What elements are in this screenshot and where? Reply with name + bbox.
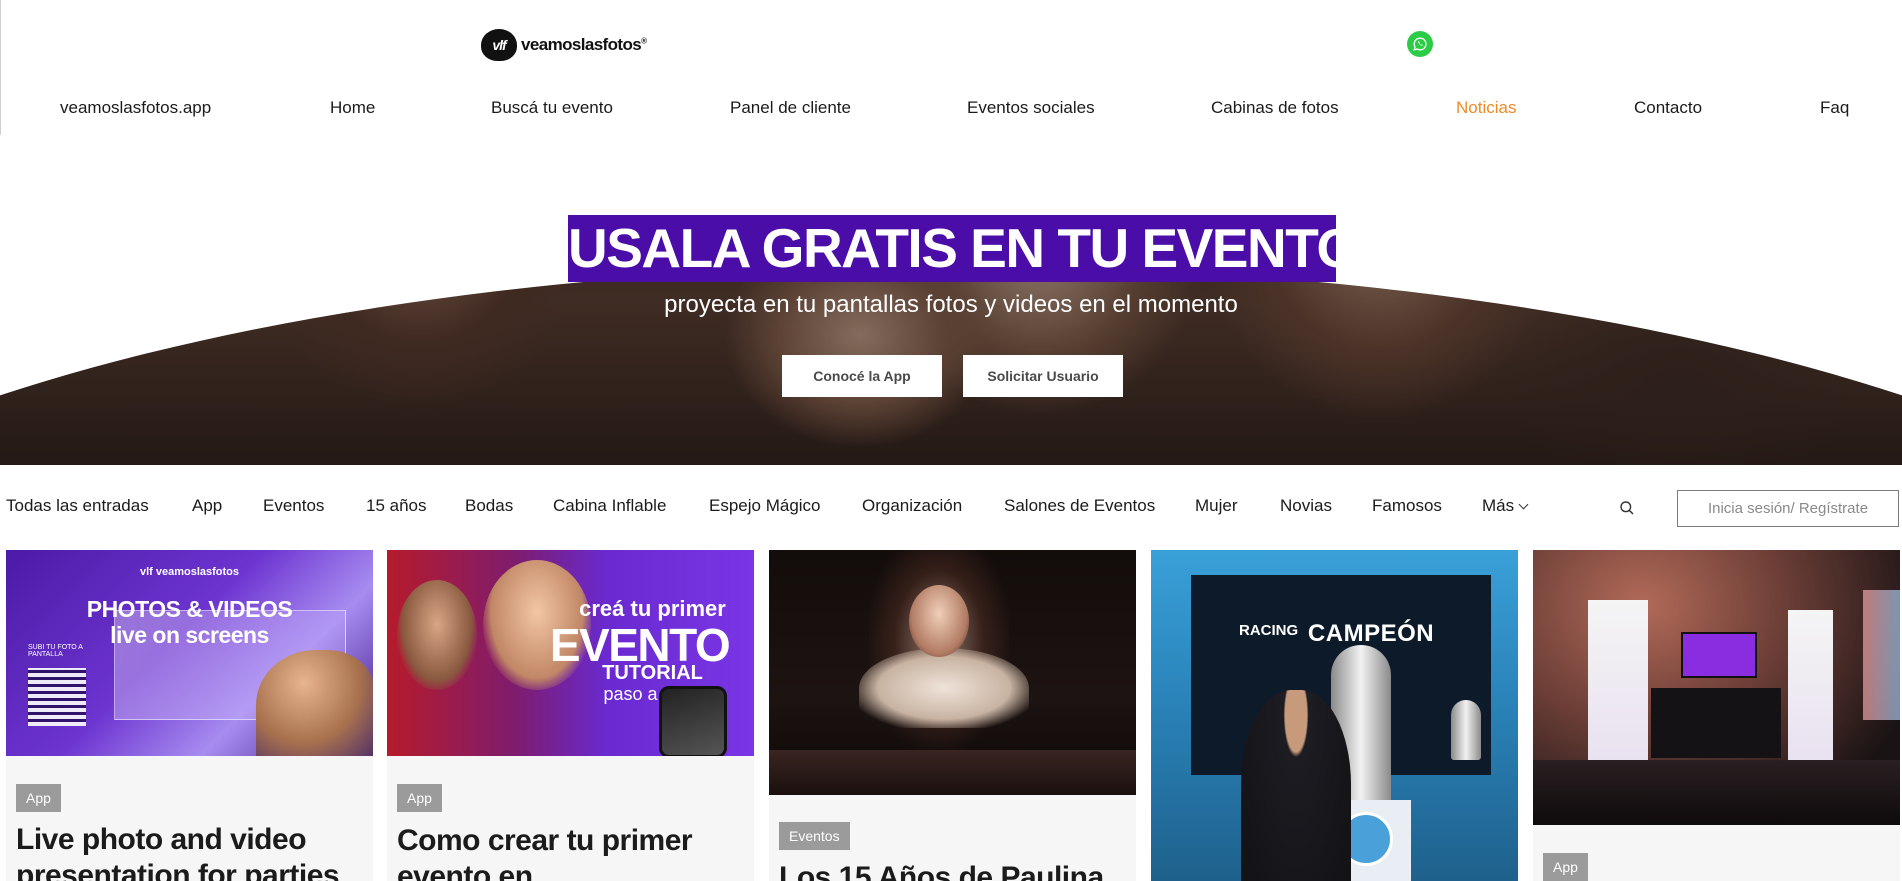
post-category-tag[interactable]: Eventos — [779, 822, 850, 850]
category-todas-las-entradas[interactable]: Todas las entradas — [6, 496, 149, 516]
nav-eventos-sociales[interactable]: Eventos sociales — [967, 98, 1095, 118]
logo-mark: vlf — [481, 29, 517, 61]
image-person — [397, 580, 477, 690]
nav-noticias[interactable]: Noticias — [1456, 98, 1516, 118]
category-salones-de-eventos[interactable]: Salones de Eventos — [1004, 496, 1155, 516]
chevron-down-icon — [1518, 499, 1529, 510]
logo-registered-mark: ® — [641, 36, 647, 46]
post-category-tag[interactable]: App — [397, 784, 442, 812]
hero-subtitle: proyecta en tu pantallas fotos y videos … — [664, 291, 1238, 318]
hero-title: USALA GRATIS EN TU EVENTO — [568, 215, 1359, 282]
post-card[interactable]: vlf veamoslasfotos PHOTOS & VIDEOS live … — [6, 550, 373, 881]
logo-wordmark: veamoslasfotos® — [521, 35, 647, 55]
post-category-tag[interactable]: App — [1543, 853, 1588, 881]
post-card[interactable]: App — [1533, 550, 1900, 881]
nav-busca-tu-evento[interactable]: Buscá tu evento — [491, 98, 613, 118]
image-text-campeon: CAMPEÓN — [1307, 620, 1435, 647]
nav-veamoslasfotos-app[interactable]: veamoslasfotos.app — [60, 98, 211, 118]
post-image[interactable] — [1533, 550, 1900, 825]
category-mujer[interactable]: Mujer — [1195, 496, 1238, 516]
category-bodas[interactable]: Bodas — [465, 496, 513, 516]
image-roll-up-banner — [1588, 600, 1648, 770]
image-booth-table — [1651, 688, 1781, 758]
image-text-line: TUTORIAL — [602, 662, 703, 684]
post-card[interactable]: creá tu primer EVENTO TUTORIAL paso a pa… — [387, 550, 754, 881]
search-icon[interactable] — [1619, 500, 1635, 516]
image-dj-desk — [769, 750, 1136, 795]
site-header: vlf veamoslasfotos® veamoslasfotos.app H… — [0, 0, 1902, 135]
image-light — [1863, 590, 1900, 720]
post-title[interactable]: Live photo and video presentation for pa… — [16, 822, 361, 881]
post-category-tag[interactable]: App — [16, 784, 61, 812]
category-cabina-inflable[interactable]: Cabina Inflable — [553, 496, 666, 516]
image-headline: PHOTOS & VIDEOS — [86, 596, 293, 622]
blog-category-menu: Todas las entradas App Eventos 15 años B… — [0, 490, 1902, 527]
category-eventos[interactable]: Eventos — [263, 496, 324, 516]
post-image[interactable]: RACING CAMPEÓN — [1151, 550, 1518, 881]
qr-code-icon — [28, 668, 86, 726]
image-person — [859, 648, 1029, 728]
image-floor — [1533, 760, 1900, 825]
site-logo[interactable]: vlf veamoslasfotos® — [481, 28, 647, 62]
nav-panel-de-cliente[interactable]: Panel de cliente — [730, 98, 851, 118]
category-espejo-magico[interactable]: Espejo Mágico — [709, 496, 821, 516]
image-person — [1241, 690, 1351, 881]
main-nav: veamoslasfotos.app Home Buscá tu evento … — [1, 98, 1902, 126]
conoce-la-app-button[interactable]: Conocé la App — [782, 355, 942, 397]
nav-cabinas-de-fotos[interactable]: Cabinas de fotos — [1211, 98, 1339, 118]
image-brand: vlf veamoslasfotos — [139, 566, 240, 578]
category-15-anos[interactable]: 15 años — [366, 496, 427, 516]
nav-home[interactable]: Home — [330, 98, 375, 118]
post-card[interactable]: Eventos Los 15 Años de Paulina — [769, 550, 1136, 881]
image-person — [256, 650, 373, 756]
image-screen — [1681, 632, 1757, 678]
phone-icon — [659, 686, 727, 756]
category-app[interactable]: App — [192, 496, 222, 516]
nav-faq[interactable]: Faq — [1820, 98, 1849, 118]
image-person-head — [909, 585, 969, 657]
more-label: Más — [1482, 496, 1515, 515]
whatsapp-icon[interactable] — [1407, 31, 1433, 57]
hero-kicker: - NUEVA WEB APP DE FOTOS EN VIVO - — [667, 175, 1235, 207]
login-signup-button[interactable]: Inicia sesión/ Regístrate — [1677, 490, 1899, 527]
image-roll-up-banner — [1788, 610, 1833, 770]
post-card[interactable]: RACING CAMPEÓN — [1151, 550, 1518, 881]
nav-contacto[interactable]: Contacto — [1634, 98, 1702, 118]
post-image[interactable]: vlf veamoslasfotos PHOTOS & VIDEOS live … — [6, 550, 373, 756]
trophy-icon — [1451, 700, 1481, 760]
category-novias[interactable]: Novias — [1280, 496, 1332, 516]
hero-banner: - NUEVA WEB APP DE FOTOS EN VIVO - USALA… — [0, 135, 1902, 465]
category-famosos[interactable]: Famosos — [1372, 496, 1442, 516]
post-title[interactable]: Los 15 Años de Paulina — [779, 860, 1124, 881]
image-qr-label: SUBI TU FOTO A PANTALLA — [28, 644, 83, 658]
post-title[interactable]: Como crear tu primer evento en — [397, 823, 742, 881]
category-more-menu[interactable]: Más — [1482, 496, 1529, 516]
logo-text: veamoslasfotos — [521, 35, 642, 54]
post-image[interactable] — [769, 550, 1136, 795]
post-image[interactable]: creá tu primer EVENTO TUTORIAL paso a pa… — [387, 550, 754, 756]
category-organizacion[interactable]: Organización — [862, 496, 962, 516]
whatsapp-glyph — [1413, 37, 1427, 51]
solicitar-usuario-button[interactable]: Solicitar Usuario — [963, 355, 1123, 397]
